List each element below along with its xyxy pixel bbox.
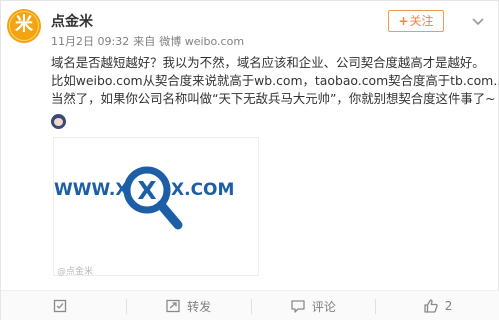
avatar-glyph: 米 [15, 14, 33, 35]
source-prefix: 来自 [133, 35, 156, 48]
follow-button[interactable]: +关注 [388, 10, 444, 32]
plus-icon: + [398, 14, 409, 28]
post-text-line-3: 当然了，如果你公司名称叫做“天下无敌兵马大元帅”，你就别想契合度这件事了~ [51, 91, 496, 106]
post-text: 域名是否越短越好？我以为不然，域名应该和企业、公司契合度越高才是越好。 比如we… [51, 54, 499, 108]
more-options-button[interactable] [468, 11, 488, 31]
image-text-right: X.COM [171, 180, 234, 200]
post-image[interactable]: WWW.X X X.COM [53, 137, 259, 276]
comment-button[interactable]: 评论 [250, 291, 376, 320]
like-button[interactable]: 2 [375, 291, 499, 320]
image-text-center: X [137, 176, 156, 205]
comment-icon [291, 300, 305, 313]
post-source[interactable]: 微博 weibo.com [159, 35, 244, 48]
follow-label: 关注 [409, 14, 434, 28]
emoji-icon [51, 114, 66, 129]
comment-label: 评论 [311, 299, 336, 314]
post-meta: 11月2日 09:32 来自 微博 weibo.com [51, 33, 248, 49]
action-bar: 转发 评论 2 [1, 290, 499, 320]
repost-icon [166, 299, 180, 313]
thumbs-up-icon [424, 299, 438, 313]
post-text-line-2: 比如weibo.com从契合度来说就高于wb.com，taobao.com契合度… [51, 73, 499, 88]
author-name[interactable]: 点金米 [51, 11, 93, 31]
image-text-left: WWW.X [54, 180, 128, 200]
chevron-down-icon [472, 18, 484, 26]
magnifier-handle [156, 200, 183, 230]
favorite-icon [54, 299, 67, 313]
post-time[interactable]: 11月2日 09:32 [51, 35, 129, 48]
repost-button[interactable]: 转发 [125, 291, 251, 320]
avatar[interactable]: 米 [7, 9, 41, 43]
like-count: 2 [444, 299, 453, 313]
favorite-button[interactable] [1, 291, 126, 320]
weibo-post-card: 米 点金米 11月2日 09:32 来自 微博 weibo.com +关注 域名是否… [0, 0, 499, 320]
repost-label: 转发 [187, 299, 212, 314]
domain-logo-graphic: WWW.X X X.COM [54, 166, 234, 230]
image-watermark: @点金米 [57, 267, 94, 277]
emoji-face [54, 118, 63, 126]
post-text-line-1: 域名是否越短越好？我以为不然，域名应该和企业、公司契合度越高才是越好。 [51, 55, 485, 70]
